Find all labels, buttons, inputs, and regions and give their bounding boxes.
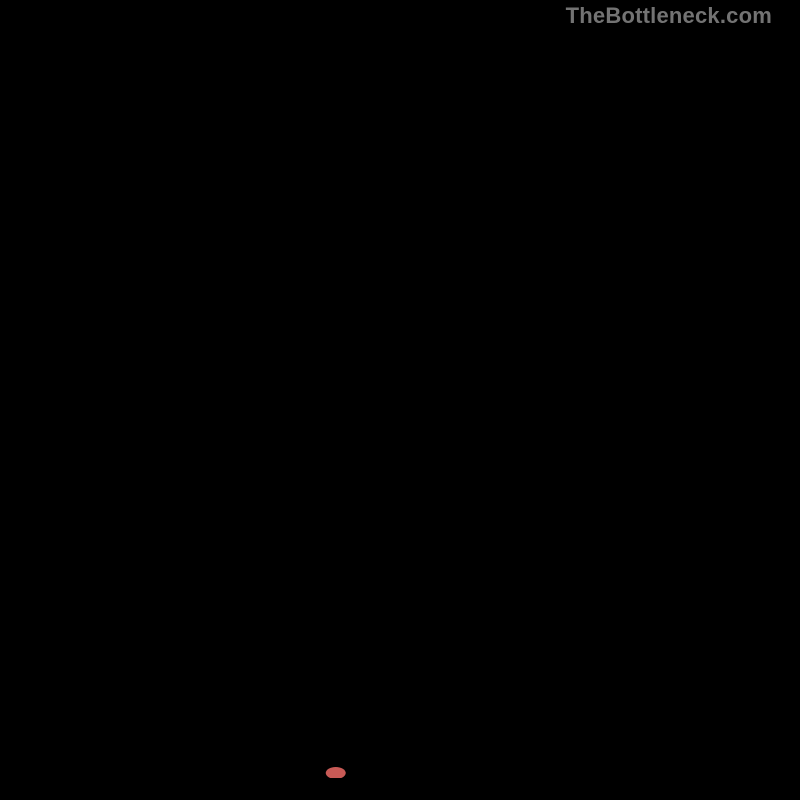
watermark-label: TheBottleneck.com (566, 3, 772, 29)
bottleneck-chart (22, 22, 778, 778)
chart-frame (22, 22, 778, 778)
chart-background (22, 22, 778, 778)
